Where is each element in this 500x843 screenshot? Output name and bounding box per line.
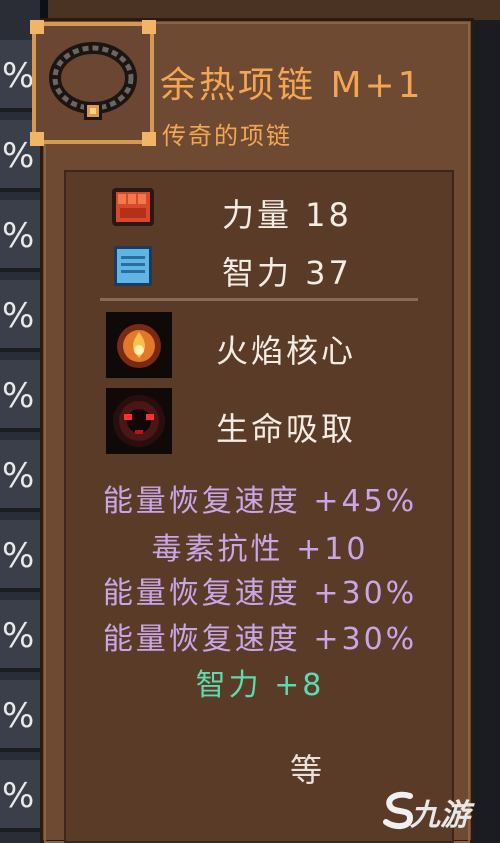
- item-name: 余热项链 M+1: [160, 65, 424, 106]
- affix-energy-regen-3: 能量恢复速度 +30%: [102, 622, 418, 657]
- percent-cell: %: [0, 760, 42, 832]
- affix-energy-regen-2: 能量恢复速度 +30%: [102, 576, 418, 611]
- affix-energy-regen-1: 能量恢复速度 +45%: [102, 484, 418, 519]
- stat-strength: 力量 18: [222, 196, 352, 234]
- life-drain-icon: [106, 388, 172, 454]
- skill-flame-core: 火焰核心: [216, 332, 357, 370]
- section-divider: [100, 298, 418, 301]
- necklace-icon: [49, 42, 137, 120]
- flame-core-icon: [106, 312, 172, 378]
- item-rarity: 传奇的项链: [162, 122, 292, 150]
- percent-cell: %: [0, 200, 42, 272]
- book-icon: [114, 246, 152, 286]
- affix-intelligence: 智力 +8: [195, 668, 325, 703]
- affix-toxin-resist: 毒素抗性 +10: [151, 532, 369, 567]
- level-label: 等: [290, 751, 323, 789]
- percent-cell: %: [0, 360, 42, 432]
- top-bar: [0, 0, 500, 20]
- watermark: 九游: [410, 798, 470, 833]
- percent-cell: %: [0, 280, 42, 352]
- stat-intelligence: 智力 37: [222, 254, 352, 292]
- fist-icon: [112, 188, 154, 226]
- item-icon-slot[interactable]: [30, 20, 156, 146]
- skill-life-drain: 生命吸取: [216, 410, 357, 448]
